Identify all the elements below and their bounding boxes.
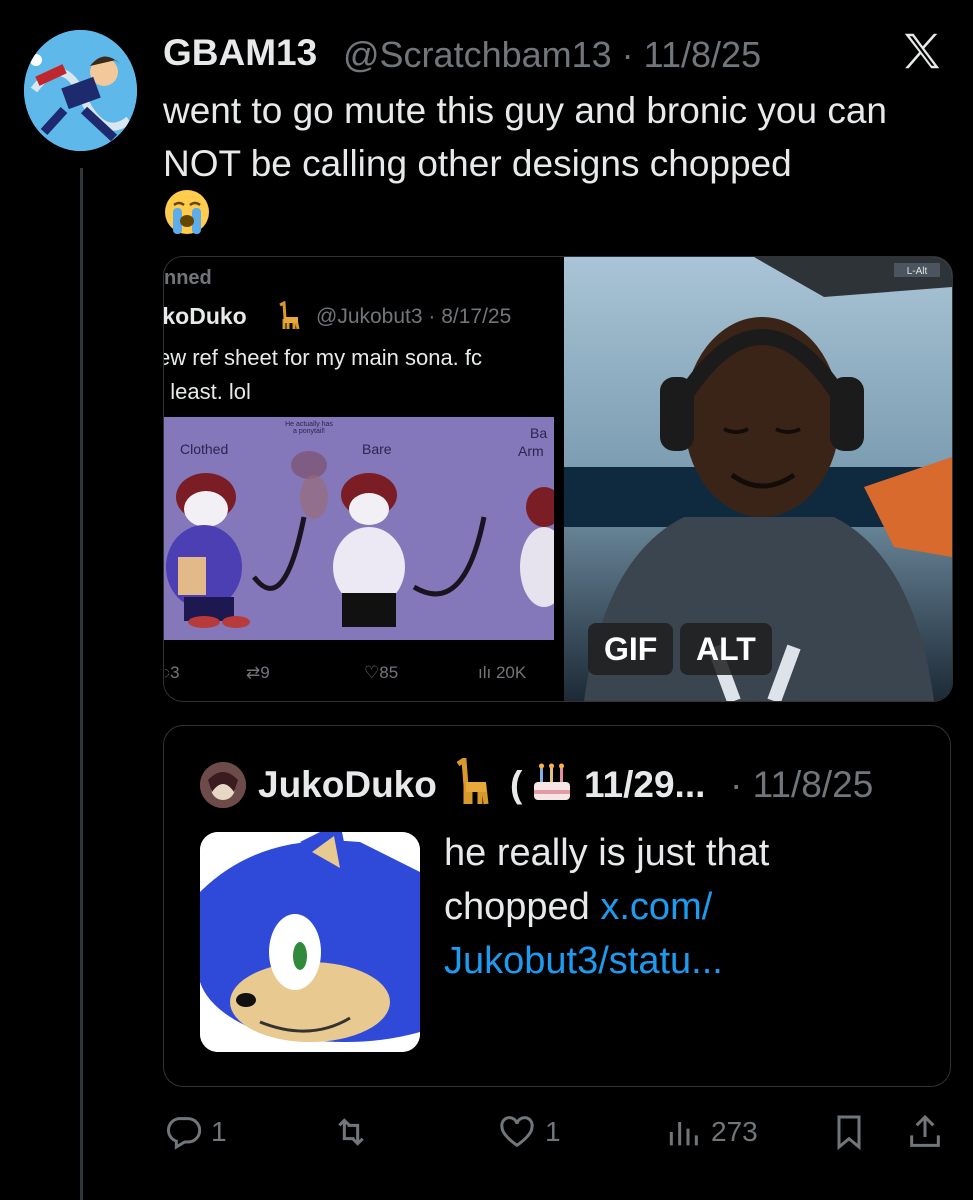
loudly-crying-emoji-icon	[163, 188, 211, 236]
share-icon	[910, 1114, 940, 1147]
ref-sheet-artwork: Clothed He actually has a ponytail! Bare…	[164, 417, 554, 640]
stream-overlay-text: L-Alt	[907, 266, 928, 277]
quoted-author-avatar[interactable]	[200, 762, 246, 808]
like-button[interactable]: 1	[497, 1108, 561, 1156]
screenshot-views: ılı 20K	[478, 663, 527, 682]
embedded-tweet-screenshot[interactable]: nned ıkoDuko @Jukobut3 · 8/17/25 ew ref …	[164, 257, 562, 701]
alt-badge[interactable]: ALT	[680, 623, 772, 675]
gif-badge[interactable]: GIF	[588, 623, 674, 675]
screenshot-tweet-text: ew ref sheet for my main sona. fc t leas…	[164, 341, 562, 409]
bookmark-icon	[837, 1115, 861, 1151]
reply-icon	[166, 1117, 202, 1150]
quoted-author-nickname: 11/29...	[584, 764, 706, 805]
media-grid: nned ıkoDuko @Jukobut3 · 8/17/25 ew ref …	[163, 256, 953, 702]
views-button[interactable]: 273	[663, 1108, 758, 1156]
tweet-text: went to go mute this guy and bronic you …	[163, 90, 887, 184]
giraffe-emoji-icon	[456, 758, 489, 805]
quoted-tweet[interactable]: JukoDuko ( 11/29... · 11/8/25 he really …	[163, 725, 951, 1087]
quoted-author-paren: (	[510, 764, 523, 805]
views-count: 273	[711, 1116, 758, 1147]
screenshot-reposts: ⇄9	[246, 663, 270, 682]
repost-icon	[338, 1118, 364, 1146]
author-name[interactable]: GBAM13	[163, 32, 317, 74]
tweet-header: GBAM13 @Scratchbam13 · 11/8/25	[163, 28, 953, 78]
screenshot-stats: ◌3 ⇄9 ♡85 ılı 20K	[164, 663, 562, 687]
screenshot-author-name: ıkoDuko	[164, 303, 247, 329]
giraffe-emoji-icon	[279, 301, 300, 330]
quoted-date[interactable]: · 11/8/25	[730, 764, 873, 806]
bookmark-button[interactable]	[829, 1108, 869, 1156]
quoted-media-thumbnail[interactable]	[200, 832, 420, 1052]
quoted-author-name[interactable]: JukoDuko	[258, 764, 437, 806]
screenshot-handle-date: @Jukobut3 · 8/17/25	[316, 305, 512, 328]
tweet-actions: 1 1 273	[163, 1108, 953, 1156]
repost-button[interactable]	[331, 1108, 379, 1156]
views-bar-chart-icon	[669, 1122, 698, 1146]
x-logo-icon[interactable]	[899, 28, 945, 74]
reply-button[interactable]: 1	[163, 1108, 227, 1156]
reply-count: 1	[211, 1116, 227, 1147]
author-avatar[interactable]	[24, 30, 137, 151]
screenshot-text-line-2: t least. lol	[164, 379, 251, 404]
thread-line	[80, 168, 83, 1200]
screenshot-replies: ◌3	[164, 663, 180, 682]
share-button[interactable]	[905, 1108, 945, 1156]
reaction-gif[interactable]: L-Alt GIF ALT	[564, 257, 952, 701]
like-count: 1	[545, 1116, 561, 1147]
screenshot-likes: ♡85	[364, 663, 399, 682]
birthday-cake-emoji-icon	[534, 763, 570, 800]
author-handle-date[interactable]: @Scratchbam13 · 11/8/25	[343, 34, 761, 76]
heart-icon	[500, 1116, 534, 1148]
pinned-label: nned	[164, 267, 212, 289]
screenshot-text-line-1: ew ref sheet for my main sona. fc	[164, 345, 483, 370]
quoted-tweet-text: he really is just that chopped x.com/ Ju…	[444, 826, 924, 988]
